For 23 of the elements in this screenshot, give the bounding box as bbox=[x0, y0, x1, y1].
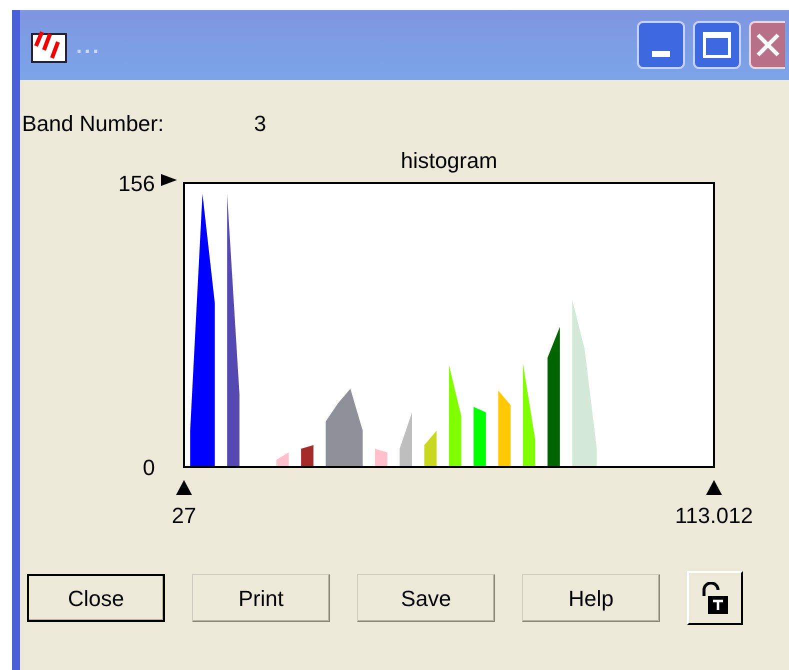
close-icon bbox=[755, 32, 781, 58]
maximize-button[interactable] bbox=[693, 21, 741, 69]
minimize-button[interactable] bbox=[637, 21, 685, 69]
y-axis-label: 0 bbox=[142, 455, 155, 480]
chart-title: histogram bbox=[400, 148, 498, 173]
dialog-button[interactable]: Print bbox=[192, 574, 330, 622]
range-slider-handle[interactable] bbox=[706, 480, 722, 495]
band-number-value: 3 bbox=[254, 110, 266, 138]
close-window-button[interactable] bbox=[749, 21, 785, 69]
max-marker-icon[interactable] bbox=[161, 174, 177, 186]
x-axis-label: 113.012 bbox=[675, 503, 753, 528]
band-number-label: Band Number: bbox=[22, 110, 165, 138]
lock-button[interactable] bbox=[687, 571, 743, 625]
range-slider-handle[interactable] bbox=[176, 480, 192, 495]
dialog-button[interactable]: Save bbox=[357, 574, 495, 622]
dialog-button[interactable]: Close bbox=[27, 574, 165, 622]
padlock-icon bbox=[700, 582, 730, 614]
y-axis-label: 156 bbox=[118, 171, 155, 196]
window-title: ... bbox=[76, 32, 102, 60]
x-axis-label: 27 bbox=[172, 503, 196, 528]
dialog-button[interactable]: Help bbox=[522, 574, 660, 622]
maximize-icon bbox=[703, 32, 731, 58]
minimize-icon bbox=[652, 51, 670, 57]
